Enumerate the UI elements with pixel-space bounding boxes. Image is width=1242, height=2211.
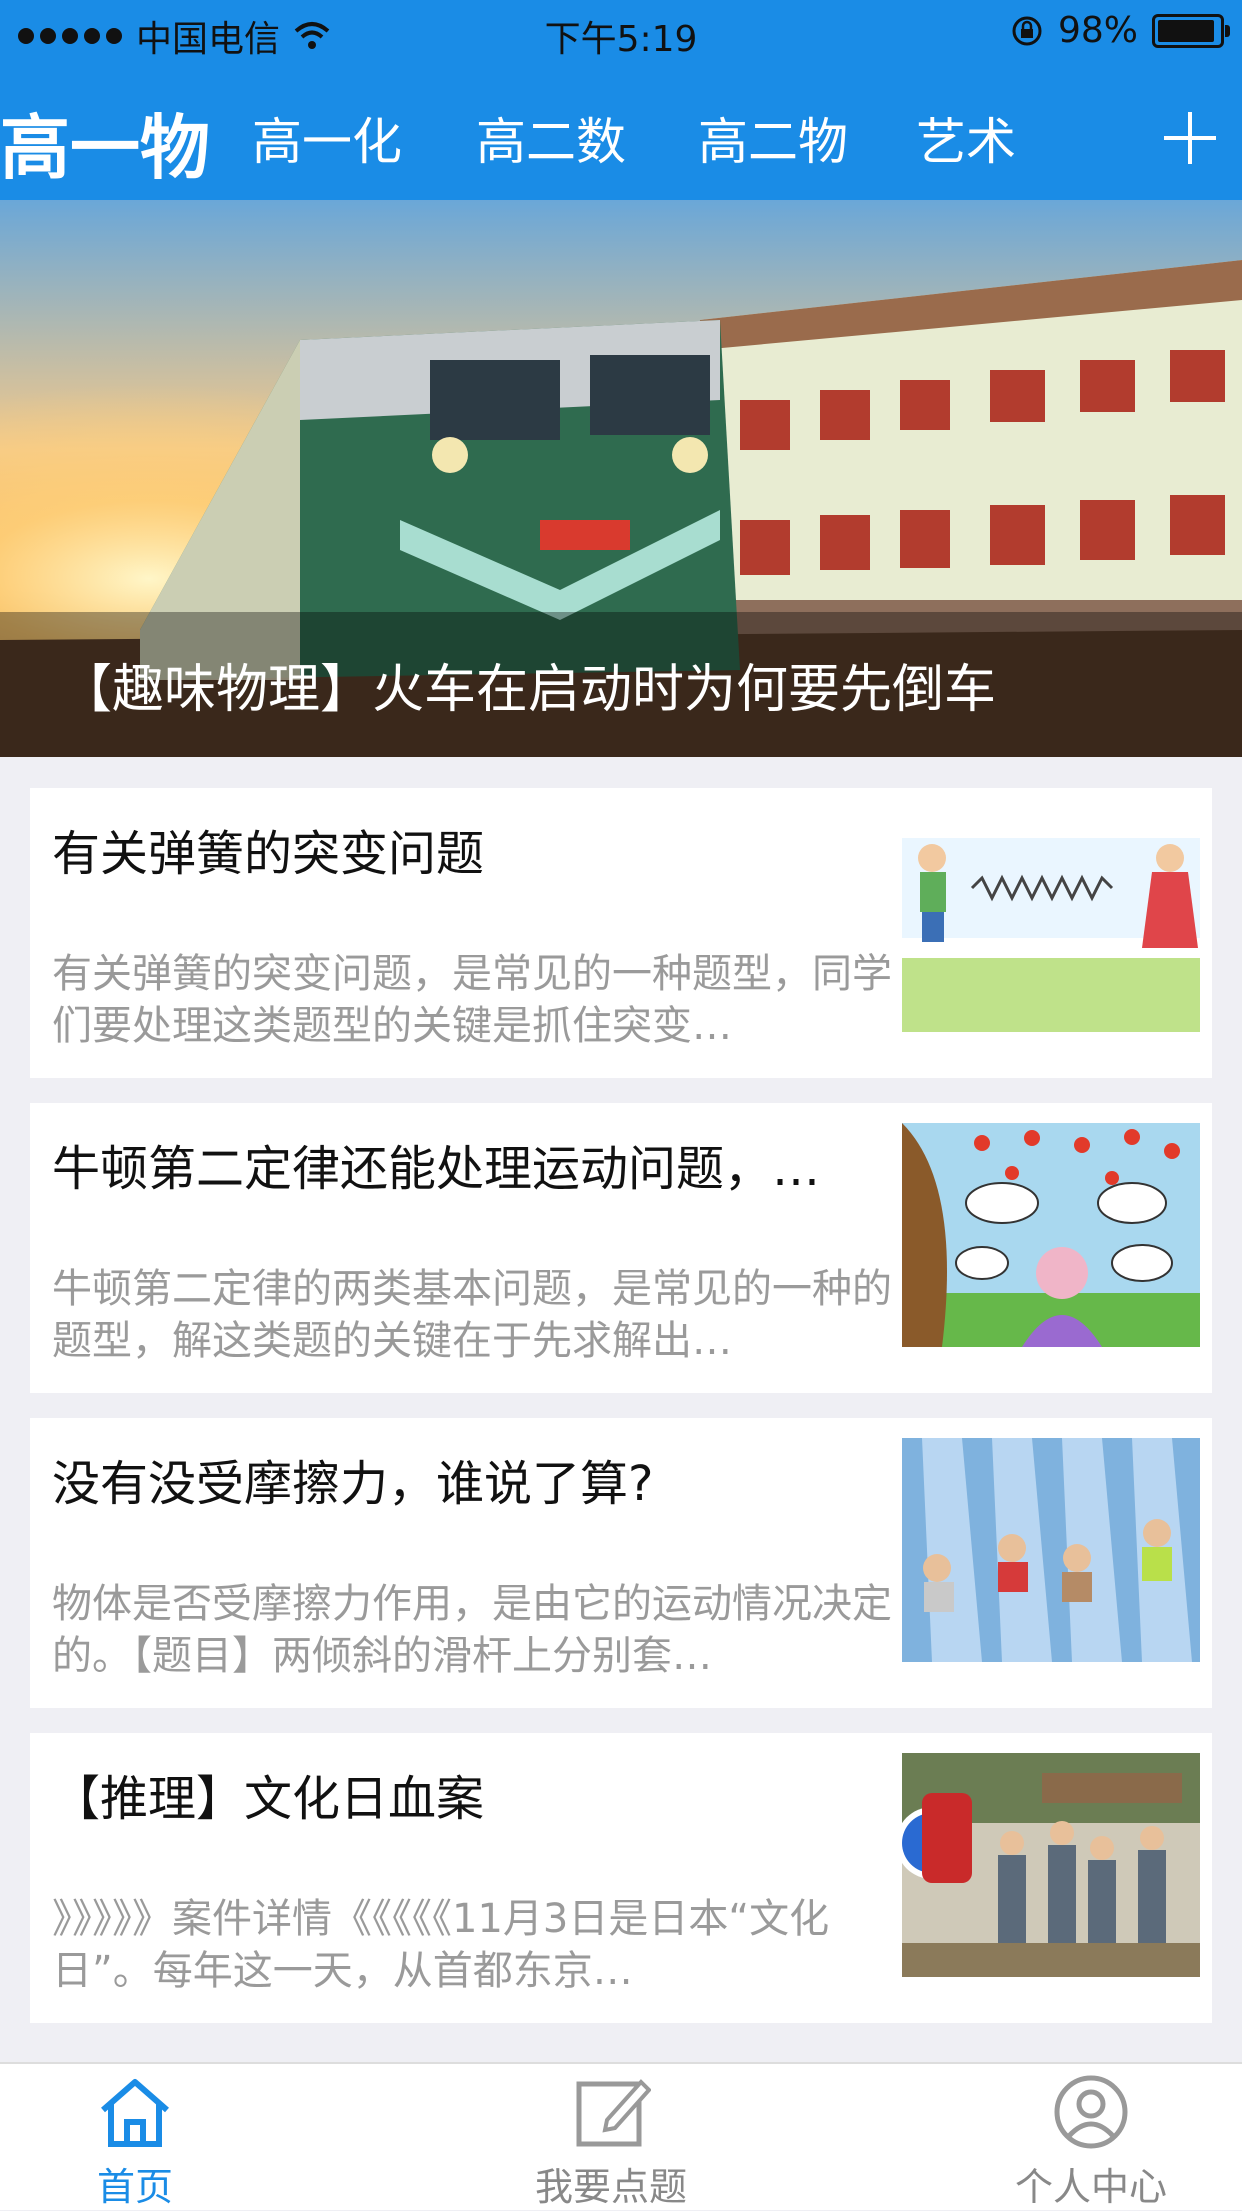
article-card[interactable]: 有关弹簧的突变问题 有关弹簧的突变问题，是常见的一种题型，同学们要处理这类题型的… [30,788,1212,1078]
user-icon [1054,2075,1128,2149]
banner-caption: 【趣味物理】火车在启动时为何要先倒车 [0,612,1242,757]
article-title: 没有没受摩擦力，谁说了算? [52,1456,654,1512]
tab-art[interactable]: 艺术 [916,102,1016,174]
article-summary: 牛顿第二定律的两类基本问题，是常见的一种的题型，解这类题的关键在于先求解出… [52,1266,892,1364]
article-thumbnail [902,808,1200,1032]
article-thumbnail [902,1123,1200,1347]
rotation-lock-icon [1012,16,1042,45]
tab-gao2-physics[interactable]: 高二物 [698,102,848,174]
article-card[interactable]: 【推理】文化日血案 》》》》》案件详情《《《《《11月3日是日本“文化日”。每年… [30,1733,1212,2023]
tab-home-label: 首页 [96,2165,173,2209]
battery-icon [1152,13,1230,48]
battery-percent: 98% [1057,10,1138,51]
featured-banner[interactable]: 【趣味物理】火车在启动时为何要先倒车 [0,200,1242,757]
article-title: 牛顿第二定律还能处理运动问题，… [52,1141,821,1197]
app-header: 中国电信 下午5:19 98% 高一物 高一化 高二数 高二物 艺术 [0,0,1242,200]
category-tabs: 高一物 高一化 高二数 高二物 艺术 [0,70,1242,200]
article-thumbnail [902,1438,1200,1662]
article-title: 【推理】文化日血案 [52,1771,485,1827]
tab-gao2-math[interactable]: 高二数 [476,102,626,174]
article-card[interactable]: 牛顿第二定律还能处理运动问题，… 牛顿第二定律的两类基本问题，是常见的一种的题型… [30,1103,1212,1393]
newton-apple-tree-cartoon [902,1123,1200,1347]
tab-request-topic[interactable]: 我要点题 [491,2074,731,2211]
status-bar: 中国电信 下午5:19 98% [0,0,1242,62]
tab-profile[interactable]: 个人中心 [971,2074,1211,2211]
kids-on-slide-photo [902,1438,1200,1662]
article-summary: 物体是否受摩擦力作用，是由它的运动情况决定的。【题目】两倾斜的滑杆上分别套… [52,1581,892,1679]
festival-crowd-photo [902,1753,1200,1977]
article-card[interactable]: 没有没受摩擦力，谁说了算? 物体是否受摩擦力作用，是由它的运动情况决定的。【题目… [30,1418,1212,1708]
bottom-tab-bar: 首页 我要点题 个人中心 [0,2062,1242,2210]
tab-home[interactable]: 首页 [15,2074,255,2211]
article-title: 有关弹簧的突变问题 [52,826,485,882]
plus-icon[interactable] [1158,106,1222,170]
tab-profile-label: 个人中心 [1014,2165,1167,2209]
tab-request-topic-label: 我要点题 [534,2165,687,2209]
tab-gao1-physics[interactable]: 高一物 [0,92,210,193]
edit-icon [576,2079,651,2147]
home-icon [101,2079,169,2147]
article-summary: 有关弹簧的突变问题，是常见的一种题型，同学们要处理这类题型的关键是抓住突变… [52,951,892,1049]
spring-tug-illustration [902,808,1200,1032]
tab-gao1-chemistry[interactable]: 高一化 [252,102,402,174]
article-summary: 》》》》》案件详情《《《《《11月3日是日本“文化日”。每年这一天，从首都东京… [52,1896,830,1994]
article-thumbnail [902,1753,1200,1977]
